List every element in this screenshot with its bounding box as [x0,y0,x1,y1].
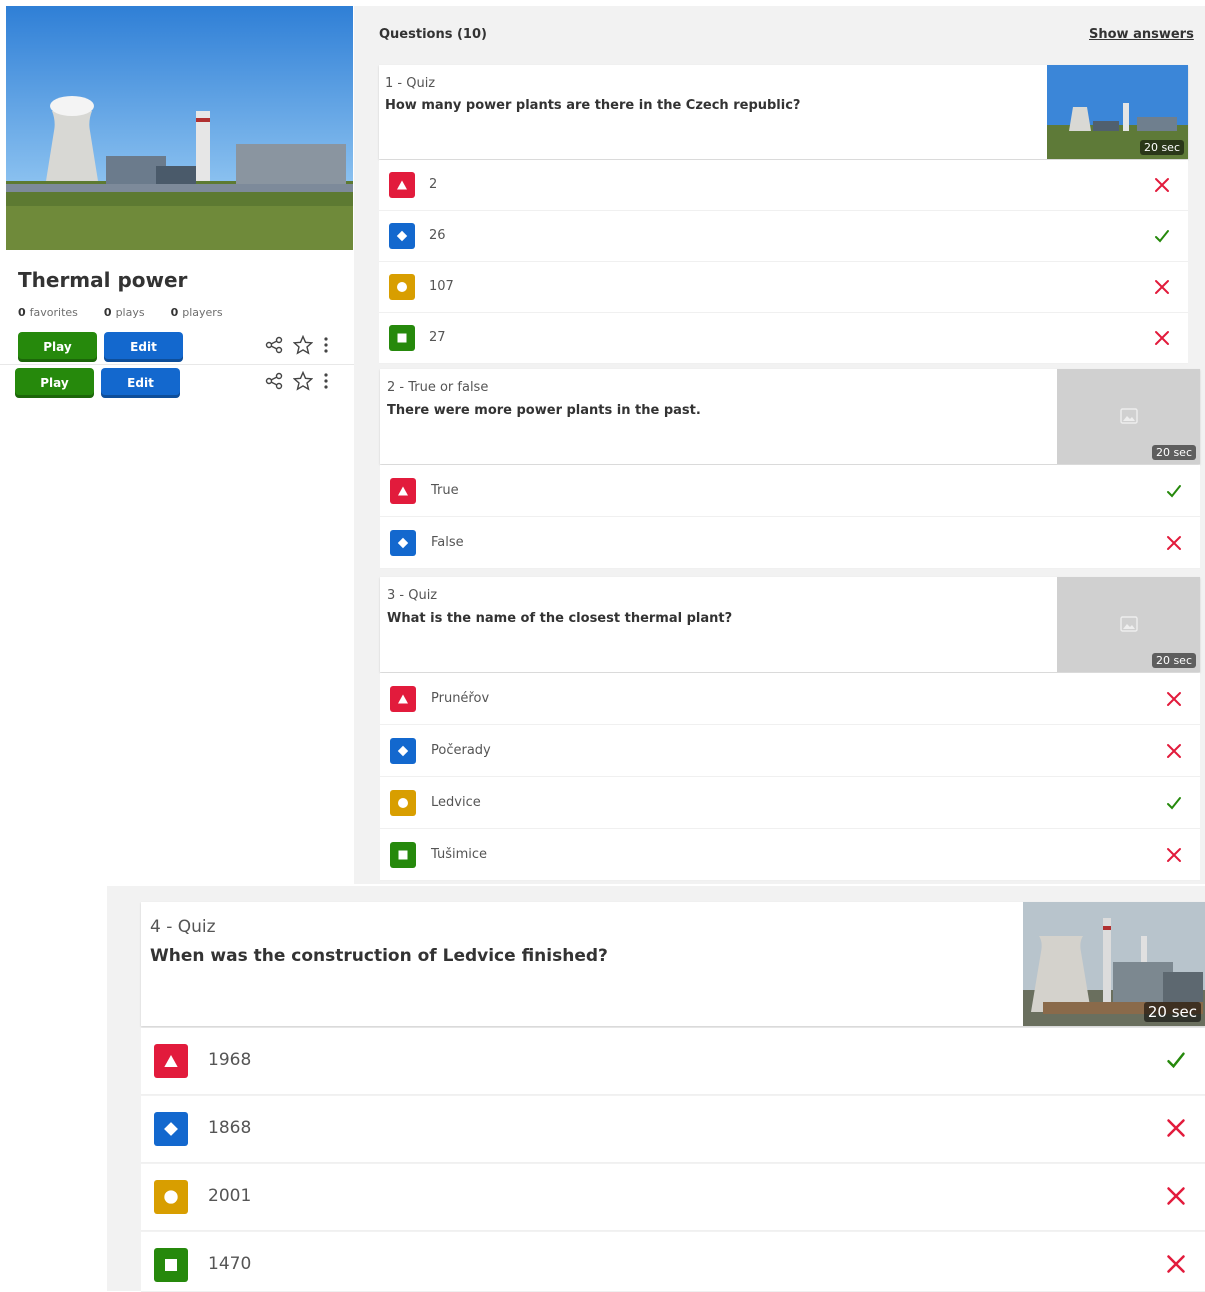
show-answers-link[interactable]: Show answers [1089,27,1194,42]
stat-plays: 0 plays [103,306,145,319]
incorrect-icon [1166,743,1182,763]
square-icon [390,842,416,868]
incorrect-icon [1154,177,1170,197]
answer-row: Prunéřov [380,673,1200,725]
answer-text: True [431,483,459,498]
play-button[interactable]: Play [15,368,94,398]
time-limit-badge: 20 sec [1151,445,1196,460]
incorrect-icon [1166,535,1182,555]
share-icon[interactable] [265,336,283,358]
kahoot-title: Thermal power [18,268,188,292]
answer-row: 1470 [141,1232,1205,1292]
answer-text: 1968 [208,1050,252,1070]
triangle-icon [154,1044,188,1078]
correct-icon [1166,795,1182,815]
answer-row: 26 [379,211,1188,262]
circle-icon [390,790,416,816]
answer-row: False [380,517,1200,569]
share-icon[interactable] [265,372,283,394]
divider [0,364,354,365]
image-placeholder-icon [1120,408,1138,428]
question-image-placeholder: 20 sec [1057,577,1200,672]
triangle-icon [390,478,416,504]
answer-text: False [431,535,464,550]
edit-button[interactable]: Edit [101,368,180,398]
answer-text: Tušimice [431,847,488,862]
incorrect-icon [1154,279,1170,299]
answer-text: Počerady [431,743,491,758]
incorrect-icon [1154,330,1170,350]
answer-row: 1968 [141,1028,1205,1095]
star-icon[interactable] [292,334,314,359]
questions-header: Questions (10) [379,27,487,42]
question-type: 4 - Quiz [150,917,216,937]
incorrect-icon [1166,1118,1186,1142]
question-card[interactable]: 4 - Quiz When was the construction of Le… [141,902,1205,1026]
question-type: 1 - Quiz [385,76,436,91]
answer-text: Prunéřov [431,691,490,706]
more-options-icon[interactable] [323,372,329,394]
image-placeholder-icon [1120,616,1138,636]
answer-row: Ledvice [380,777,1200,829]
answer-row: Počerady [380,725,1200,777]
answer-row: 2001 [141,1164,1205,1231]
triangle-icon [389,172,415,198]
correct-icon [1154,228,1170,248]
question-text: How many power plants are there in the C… [385,98,801,113]
answer-row: True [380,465,1200,517]
question-card[interactable]: 3 - Quiz What is the name of the closest… [380,577,1200,672]
circle-icon [154,1180,188,1214]
question-image: 20 sec [1047,65,1188,159]
answer-text: 1470 [208,1254,252,1274]
time-limit-badge: 20 sec [1139,140,1184,155]
square-icon [389,325,415,351]
answer-text: 26 [429,228,446,243]
question-card[interactable]: 2 - True or false There were more power … [380,369,1200,464]
play-button[interactable]: Play [18,332,97,362]
answer-row: 27 [379,313,1188,364]
kahoot-cover-image [6,6,353,250]
question-image: 20 sec [1023,902,1205,1026]
question-text: When was the construction of Ledvice fin… [150,946,608,966]
action-icons [265,370,329,395]
answer-row: 1868 [141,1096,1205,1163]
circle-icon [389,274,415,300]
incorrect-icon [1166,691,1182,711]
question-text: There were more power plants in the past… [387,403,701,418]
question-text: What is the name of the closest thermal … [387,611,733,626]
correct-icon [1166,483,1182,503]
answer-row: Tušimice [380,829,1200,881]
answer-row: 2 [379,160,1188,211]
answer-text: 2 [429,177,438,192]
square-icon [154,1248,188,1282]
kahoot-stats: 0 favorites 0 plays 0 players [18,306,249,319]
action-icons [265,334,329,359]
question-type: 2 - True or false [387,380,489,395]
question-type: 3 - Quiz [387,588,438,603]
answer-text: 27 [429,330,446,345]
incorrect-icon [1166,847,1182,867]
answer-text: 1868 [208,1118,252,1138]
answer-row: 107 [379,262,1188,313]
diamond-icon [390,738,416,764]
question-card[interactable]: 1 - Quiz How many power plants are there… [379,65,1188,159]
incorrect-icon [1166,1254,1186,1278]
diamond-icon [389,223,415,249]
incorrect-icon [1166,1186,1186,1210]
question-image-placeholder: 20 sec [1057,369,1200,464]
triangle-icon [390,686,416,712]
stat-favorites: 0 favorites [18,306,78,319]
diamond-icon [154,1112,188,1146]
answer-text: 2001 [208,1186,252,1206]
more-options-icon[interactable] [323,336,329,358]
star-icon[interactable] [292,370,314,395]
diamond-icon [390,530,416,556]
correct-icon [1166,1050,1186,1074]
time-limit-badge: 20 sec [1143,1002,1201,1022]
answer-text: 107 [429,279,454,294]
edit-button[interactable]: Edit [104,332,183,362]
answer-text: Ledvice [431,795,481,810]
stat-players: 0 players [170,306,223,319]
time-limit-badge: 20 sec [1151,653,1196,668]
